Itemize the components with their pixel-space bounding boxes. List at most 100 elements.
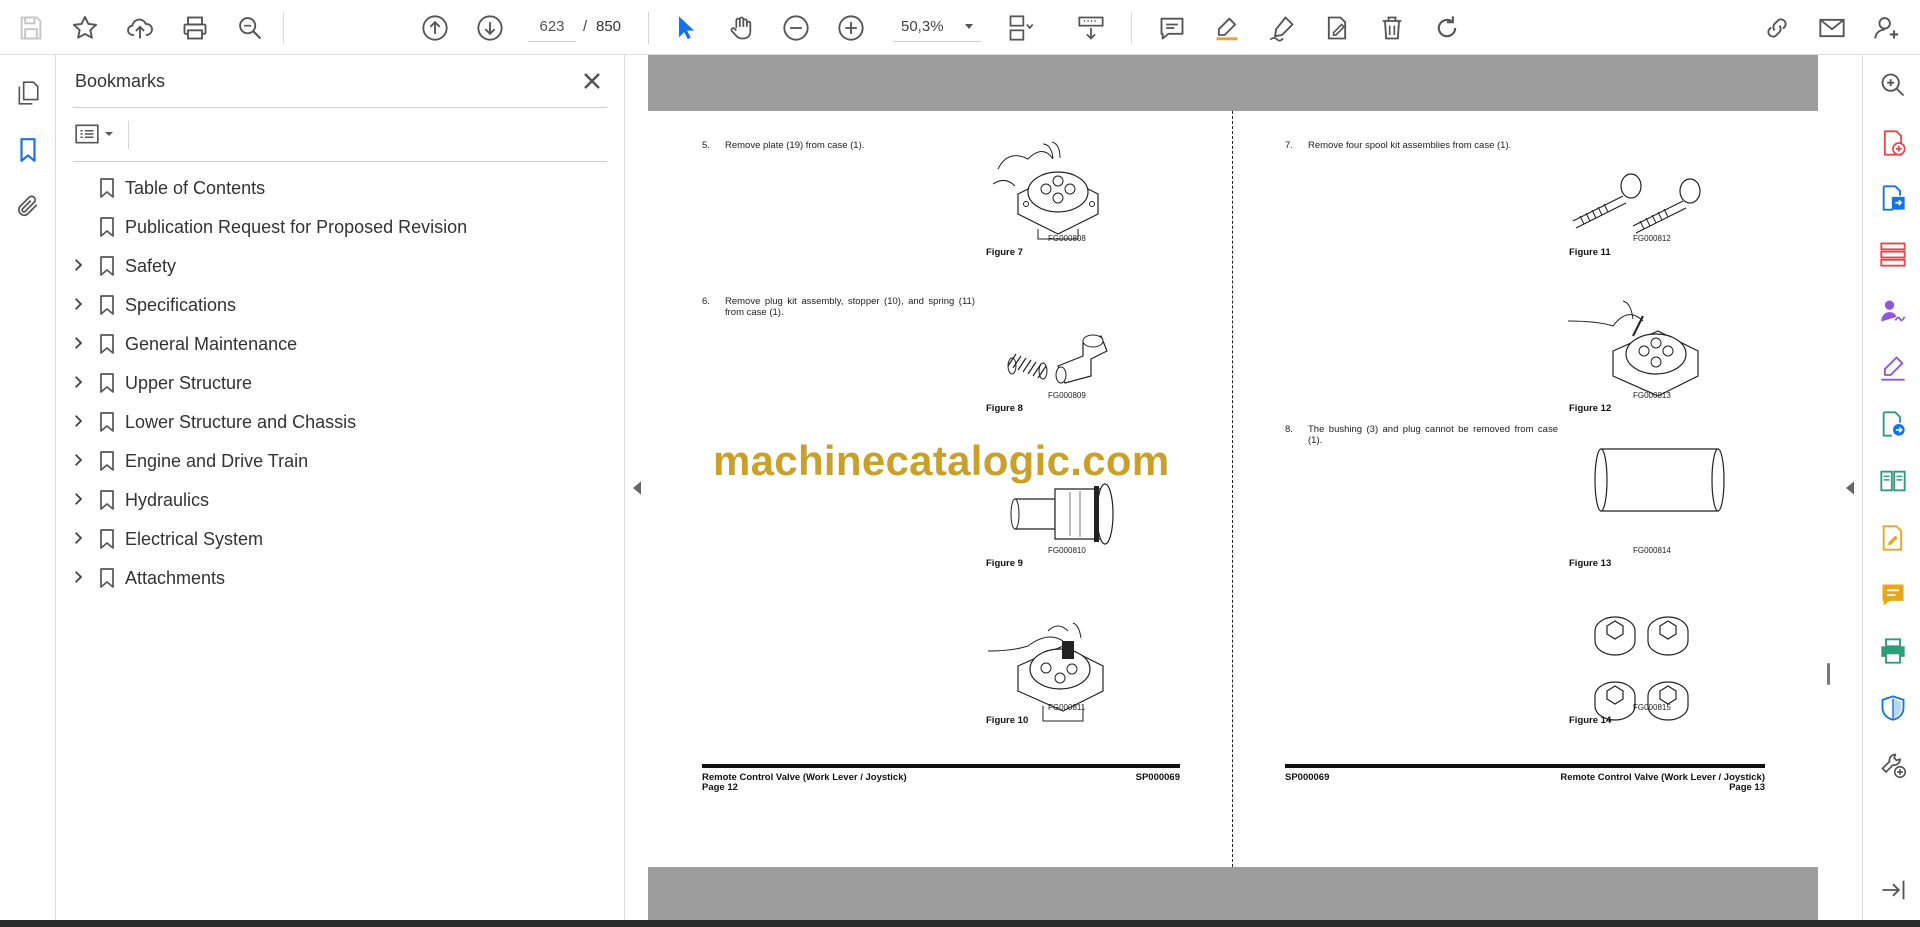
bookmark-item[interactable]: Specifications: [56, 285, 625, 324]
figure-code: FG000810: [1048, 546, 1086, 555]
bookmark-item[interactable]: Engine and Drive Train: [56, 441, 625, 480]
zoom-value: 50,3%: [901, 18, 944, 35]
page-number-input[interactable]: [528, 12, 576, 42]
organize-pages-icon[interactable]: [1877, 238, 1909, 270]
delete-icon[interactable]: [1375, 11, 1409, 45]
previous-page-icon[interactable]: [418, 11, 452, 45]
collapse-right-panel-icon[interactable]: [1843, 480, 1857, 496]
zoom-dropdown[interactable]: 50,3%: [893, 12, 981, 42]
panel-divider: [73, 161, 607, 162]
send-for-review-icon[interactable]: [1877, 408, 1909, 440]
print-icon[interactable]: [178, 11, 212, 45]
bookmark-label: Engine and Drive Train: [125, 451, 309, 471]
comment-tool-icon[interactable]: [1877, 579, 1909, 611]
figure-spool-kits: [1572, 173, 1701, 234]
zoom-out-icon[interactable]: [779, 11, 813, 45]
figure-code: FG000813: [1633, 391, 1671, 400]
navigation-rail: [0, 55, 56, 920]
draw-icon[interactable]: [1265, 11, 1299, 45]
chevron-right-icon[interactable]: [71, 336, 85, 350]
bookmark-item[interactable]: Upper Structure: [56, 363, 625, 402]
fill-sign-icon[interactable]: [1320, 11, 1354, 45]
save-icon[interactable]: [14, 11, 48, 45]
bookmark-label: Lower Structure and Chassis: [125, 412, 357, 432]
footer-page-number: Page 13: [1729, 782, 1765, 793]
figure-plugs: [1594, 616, 1689, 721]
print-production-icon[interactable]: [1877, 635, 1909, 667]
toolbar-separator: [648, 12, 649, 44]
account-icon[interactable]: [1870, 11, 1904, 45]
zoom-tool-icon[interactable]: [1877, 69, 1909, 101]
upload-cloud-icon[interactable]: [123, 11, 157, 45]
highlight-icon[interactable]: [1210, 11, 1244, 45]
vertical-scrollbar[interactable]: [1827, 663, 1830, 685]
attachments-icon[interactable]: [10, 188, 46, 224]
bookmark-item[interactable]: Electrical System: [56, 519, 625, 558]
document-viewer[interactable]: 5. Remove plate (19) from case (1). FG00…: [648, 55, 1818, 920]
figure-caption: Figure 11: [1569, 247, 1611, 258]
panel-divider: [73, 107, 607, 108]
more-tools-icon[interactable]: [1877, 749, 1909, 781]
chevron-right-icon[interactable]: [71, 297, 85, 311]
create-pdf-icon[interactable]: [1877, 127, 1909, 159]
edit-pdf-icon[interactable]: [1877, 522, 1909, 554]
chevron-right-icon[interactable]: [71, 531, 85, 545]
expand-panel-icon[interactable]: [1877, 874, 1909, 906]
fill-and-sign-icon[interactable]: [1877, 352, 1909, 384]
bookmark-item[interactable]: Safety: [56, 246, 625, 285]
close-icon[interactable]: [578, 67, 606, 95]
bookmarks-panel: Bookmarks Table of Contents Publication R…: [56, 55, 625, 920]
zoom-in-icon[interactable]: [834, 11, 868, 45]
next-page-icon[interactable]: [473, 11, 507, 45]
tools-rail: [1862, 55, 1920, 920]
footer-code: SP000069: [1135, 772, 1180, 783]
bookmark-item[interactable]: Table of Contents: [56, 168, 625, 207]
taskbar-edge: [0, 920, 1920, 927]
page-thumbnails-icon[interactable]: [10, 75, 46, 111]
chevron-right-icon[interactable]: [71, 453, 85, 467]
bookmark-star-icon[interactable]: [68, 11, 102, 45]
figure-case-bushing: [988, 622, 1104, 722]
bookmarks-icon[interactable]: [10, 132, 46, 168]
bookmark-label: Upper Structure: [125, 373, 253, 393]
bookmark-tree: Table of Contents Publication Request for…: [56, 168, 625, 597]
share-link-icon[interactable]: [1760, 11, 1794, 45]
rotate-icon[interactable]: [1430, 11, 1464, 45]
bookmark-label: Specifications: [125, 295, 237, 315]
bookmark-label: Attachments: [125, 568, 226, 588]
toolbar-separator: [1131, 12, 1132, 44]
page-separator: /: [583, 18, 588, 35]
export-pdf-icon[interactable]: [1877, 182, 1909, 214]
bookmark-item[interactable]: Lower Structure and Chassis: [56, 402, 625, 441]
chevron-right-icon[interactable]: [71, 414, 85, 428]
bookmark-item[interactable]: Hydraulics: [56, 480, 625, 519]
watermark: machinecatalogic.com: [713, 437, 1170, 484]
bookmark-label: Safety: [125, 256, 177, 276]
bookmark-label: Hydraulics: [125, 490, 210, 510]
select-cursor-icon[interactable]: [669, 11, 703, 45]
figure-plate-removal: [992, 141, 1099, 240]
find-icon[interactable]: [233, 11, 267, 45]
bookmark-icon: [100, 256, 114, 276]
bookmark-item[interactable]: Publication Request for Proposed Revisio…: [56, 207, 625, 246]
page-fit-icon[interactable]: [1004, 11, 1038, 45]
chevron-right-icon[interactable]: [71, 492, 85, 506]
scroll-mode-icon[interactable]: [1074, 11, 1108, 45]
compare-files-icon[interactable]: [1877, 465, 1909, 497]
chevron-right-icon[interactable]: [71, 570, 85, 584]
request-signature-icon[interactable]: [1877, 295, 1909, 327]
comment-icon[interactable]: [1155, 11, 1189, 45]
options-divider: [128, 121, 129, 149]
figure-code: FG000812: [1633, 234, 1671, 243]
figure-caption: Figure 8: [986, 403, 1023, 414]
email-icon[interactable]: [1815, 11, 1849, 45]
page-total: 850: [596, 18, 622, 35]
hand-icon[interactable]: [724, 11, 758, 45]
chevron-right-icon[interactable]: [71, 258, 85, 272]
collapse-left-panel-icon[interactable]: [630, 480, 644, 496]
protect-icon[interactable]: [1877, 692, 1909, 724]
bookmark-item[interactable]: General Maintenance: [56, 324, 625, 363]
chevron-right-icon[interactable]: [71, 375, 85, 389]
bookmark-item[interactable]: Attachments: [56, 558, 625, 597]
bookmark-options-button[interactable]: [74, 119, 122, 149]
